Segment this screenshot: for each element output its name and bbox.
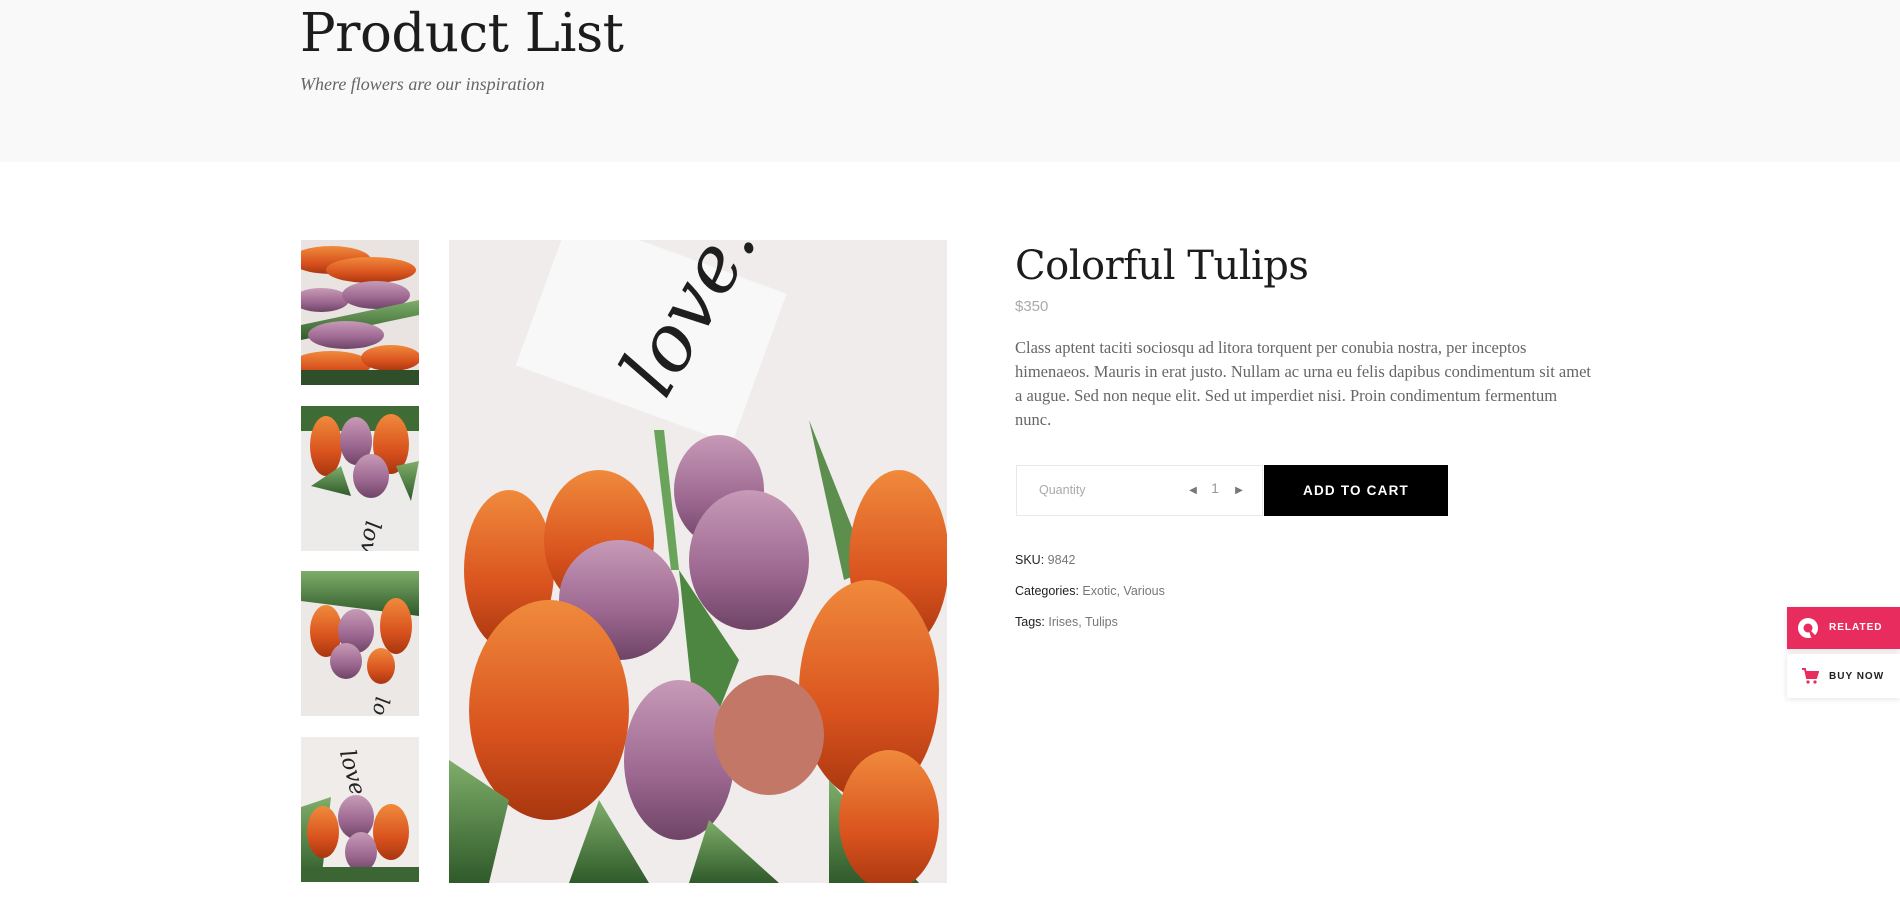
sku-label: SKU: <box>1015 553 1045 567</box>
page-title: Product List <box>300 3 624 64</box>
tulips-love-card-photo-icon: love. <box>449 240 947 883</box>
sku-row: SKU: 9842 <box>1015 553 1075 567</box>
tulips-photo-thumbnail-icon: love. <box>301 406 419 551</box>
related-side-button[interactable]: RELATED <box>1787 607 1900 649</box>
tulips-photo-thumbnail-icon <box>301 240 419 385</box>
thumbnail-1[interactable] <box>301 240 419 385</box>
quantity-value[interactable]: 1 <box>1203 480 1227 496</box>
page-header: Product List Where flowers are our inspi… <box>0 0 1900 162</box>
quantity-stepper[interactable]: Quantity ◀ 1 ▶ <box>1016 465 1263 516</box>
quantity-label: Quantity <box>1039 483 1086 497</box>
tulips-photo-thumbnail-icon: love. <box>301 571 419 716</box>
related-circle-icon <box>1798 618 1818 638</box>
thumbnail-3[interactable]: love. <box>301 571 419 716</box>
add-to-cart-button[interactable]: ADD TO CART <box>1264 465 1448 516</box>
tag-link[interactable]: Irises <box>1048 615 1078 629</box>
tulips-photo-thumbnail-icon: love. <box>301 737 419 882</box>
product-title: Colorful Tulips <box>1015 243 1309 289</box>
buy-now-label: BUY NOW <box>1829 671 1885 682</box>
quantity-increase-icon[interactable]: ▶ <box>1232 483 1246 499</box>
tags-row: Tags: Irises, Tulips <box>1015 615 1118 629</box>
buy-now-side-button[interactable]: BUY NOW <box>1787 654 1900 698</box>
thumbnail-4[interactable]: love. <box>301 737 419 882</box>
thumbnail-2[interactable]: love. <box>301 406 419 551</box>
main-product-image[interactable]: love. <box>449 240 947 883</box>
categories-label: Categories: <box>1015 584 1079 598</box>
page-subtitle: Where flowers are our inspiration <box>300 74 545 94</box>
product-price: $350 <box>1015 298 1049 315</box>
tag-link[interactable]: Tulips <box>1085 615 1118 629</box>
categories-row: Categories: Exotic, Various <box>1015 584 1165 598</box>
sku-value: 9842 <box>1047 553 1076 567</box>
category-link[interactable]: Various <box>1123 584 1164 598</box>
tags-label: Tags: <box>1015 615 1045 629</box>
shopping-cart-icon <box>1802 668 1819 684</box>
category-link[interactable]: Exotic <box>1082 584 1116 598</box>
related-label: RELATED <box>1829 622 1883 633</box>
quantity-decrease-icon[interactable]: ◀ <box>1186 483 1200 499</box>
product-description: Class aptent taciti sociosqu ad litora t… <box>1015 338 1591 429</box>
tags-separator: , <box>1078 615 1085 629</box>
